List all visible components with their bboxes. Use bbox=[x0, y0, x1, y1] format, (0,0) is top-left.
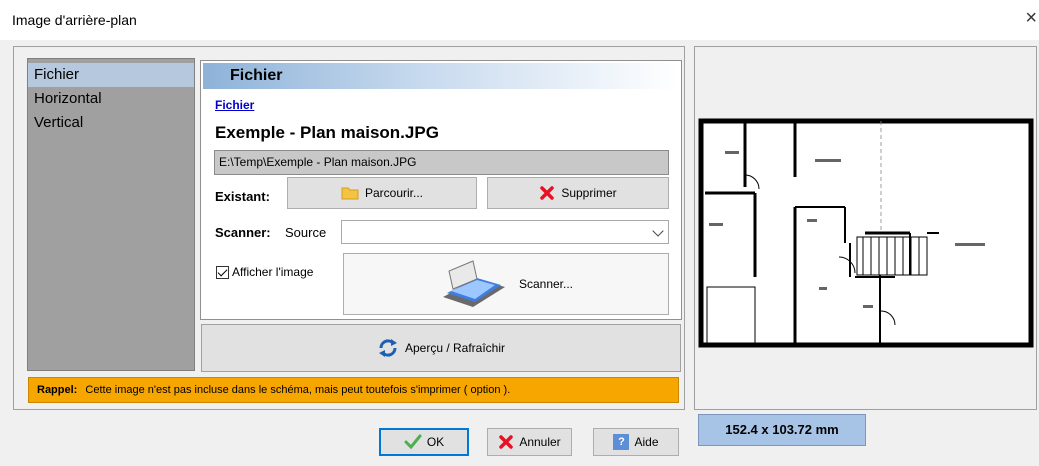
panel-title: Fichier bbox=[230, 67, 283, 84]
sidebar-item-vertical[interactable]: Vertical bbox=[28, 111, 194, 135]
dimensions-readout: 152.4 x 103.72 mm bbox=[698, 414, 866, 446]
delete-label: Supprimer bbox=[561, 186, 617, 200]
panel-header: Fichier bbox=[203, 63, 679, 89]
browse-button[interactable]: Parcourir... bbox=[287, 177, 477, 209]
floor-plan-preview bbox=[698, 118, 1034, 348]
scan-button[interactable]: Scanner... bbox=[343, 253, 669, 315]
delete-button[interactable]: Supprimer bbox=[487, 177, 669, 209]
sidebar-item-horizontal[interactable]: Horizontal bbox=[28, 87, 194, 111]
refresh-button[interactable]: Aperçu / Rafraîchir bbox=[201, 324, 681, 372]
scanner-label: Scanner: bbox=[215, 225, 271, 240]
chevron-down-icon bbox=[652, 225, 664, 237]
cancel-x-icon bbox=[499, 435, 514, 449]
existant-label: Existant: bbox=[215, 189, 270, 204]
title-bar: Image d'arrière-plan × bbox=[0, 0, 1039, 40]
preview-box bbox=[694, 46, 1037, 410]
file-link[interactable]: Fichier bbox=[215, 98, 254, 112]
file-panel: Fichier Fichier Exemple - Plan maison.JP… bbox=[200, 60, 682, 320]
help-button[interactable]: ? Aide bbox=[593, 428, 679, 456]
reminder-prefix: Rappel: bbox=[37, 384, 78, 396]
file-path-field[interactable]: E:\Temp\Exemple - Plan maison.JPG bbox=[214, 150, 669, 175]
delete-x-icon bbox=[540, 186, 555, 200]
file-name: Exemple - Plan maison.JPG bbox=[215, 123, 439, 142]
cancel-label: Annuler bbox=[519, 435, 561, 449]
checkmark-icon bbox=[404, 434, 422, 450]
window-title: Image d'arrière-plan bbox=[12, 12, 137, 28]
scan-label: Scanner... bbox=[518, 277, 574, 291]
ok-button[interactable]: OK bbox=[379, 428, 469, 456]
help-icon: ? bbox=[613, 434, 630, 450]
reminder-text: Cette image n'est pas incluse dans le sc… bbox=[85, 384, 511, 396]
close-icon[interactable]: × bbox=[1025, 8, 1037, 28]
help-label: Aide bbox=[634, 435, 659, 449]
refresh-icon bbox=[378, 339, 397, 357]
browse-label: Parcourir... bbox=[364, 186, 424, 200]
reminder-banner: Rappel: Cette image n'est pas incluse da… bbox=[28, 377, 679, 403]
sidebar: Fichier Horizontal Vertical bbox=[27, 58, 195, 371]
folder-icon bbox=[341, 187, 359, 200]
show-image-label: Afficher l'image bbox=[232, 265, 314, 279]
sidebar-item-fichier[interactable]: Fichier bbox=[28, 63, 194, 87]
source-select[interactable] bbox=[341, 220, 669, 244]
show-image-checkbox[interactable] bbox=[216, 266, 229, 279]
scanner-icon bbox=[442, 260, 505, 307]
source-label: Source bbox=[285, 225, 327, 240]
refresh-label: Aperçu / Rafraîchir bbox=[404, 341, 506, 355]
cancel-button[interactable]: Annuler bbox=[487, 428, 572, 456]
ok-label: OK bbox=[426, 435, 445, 449]
